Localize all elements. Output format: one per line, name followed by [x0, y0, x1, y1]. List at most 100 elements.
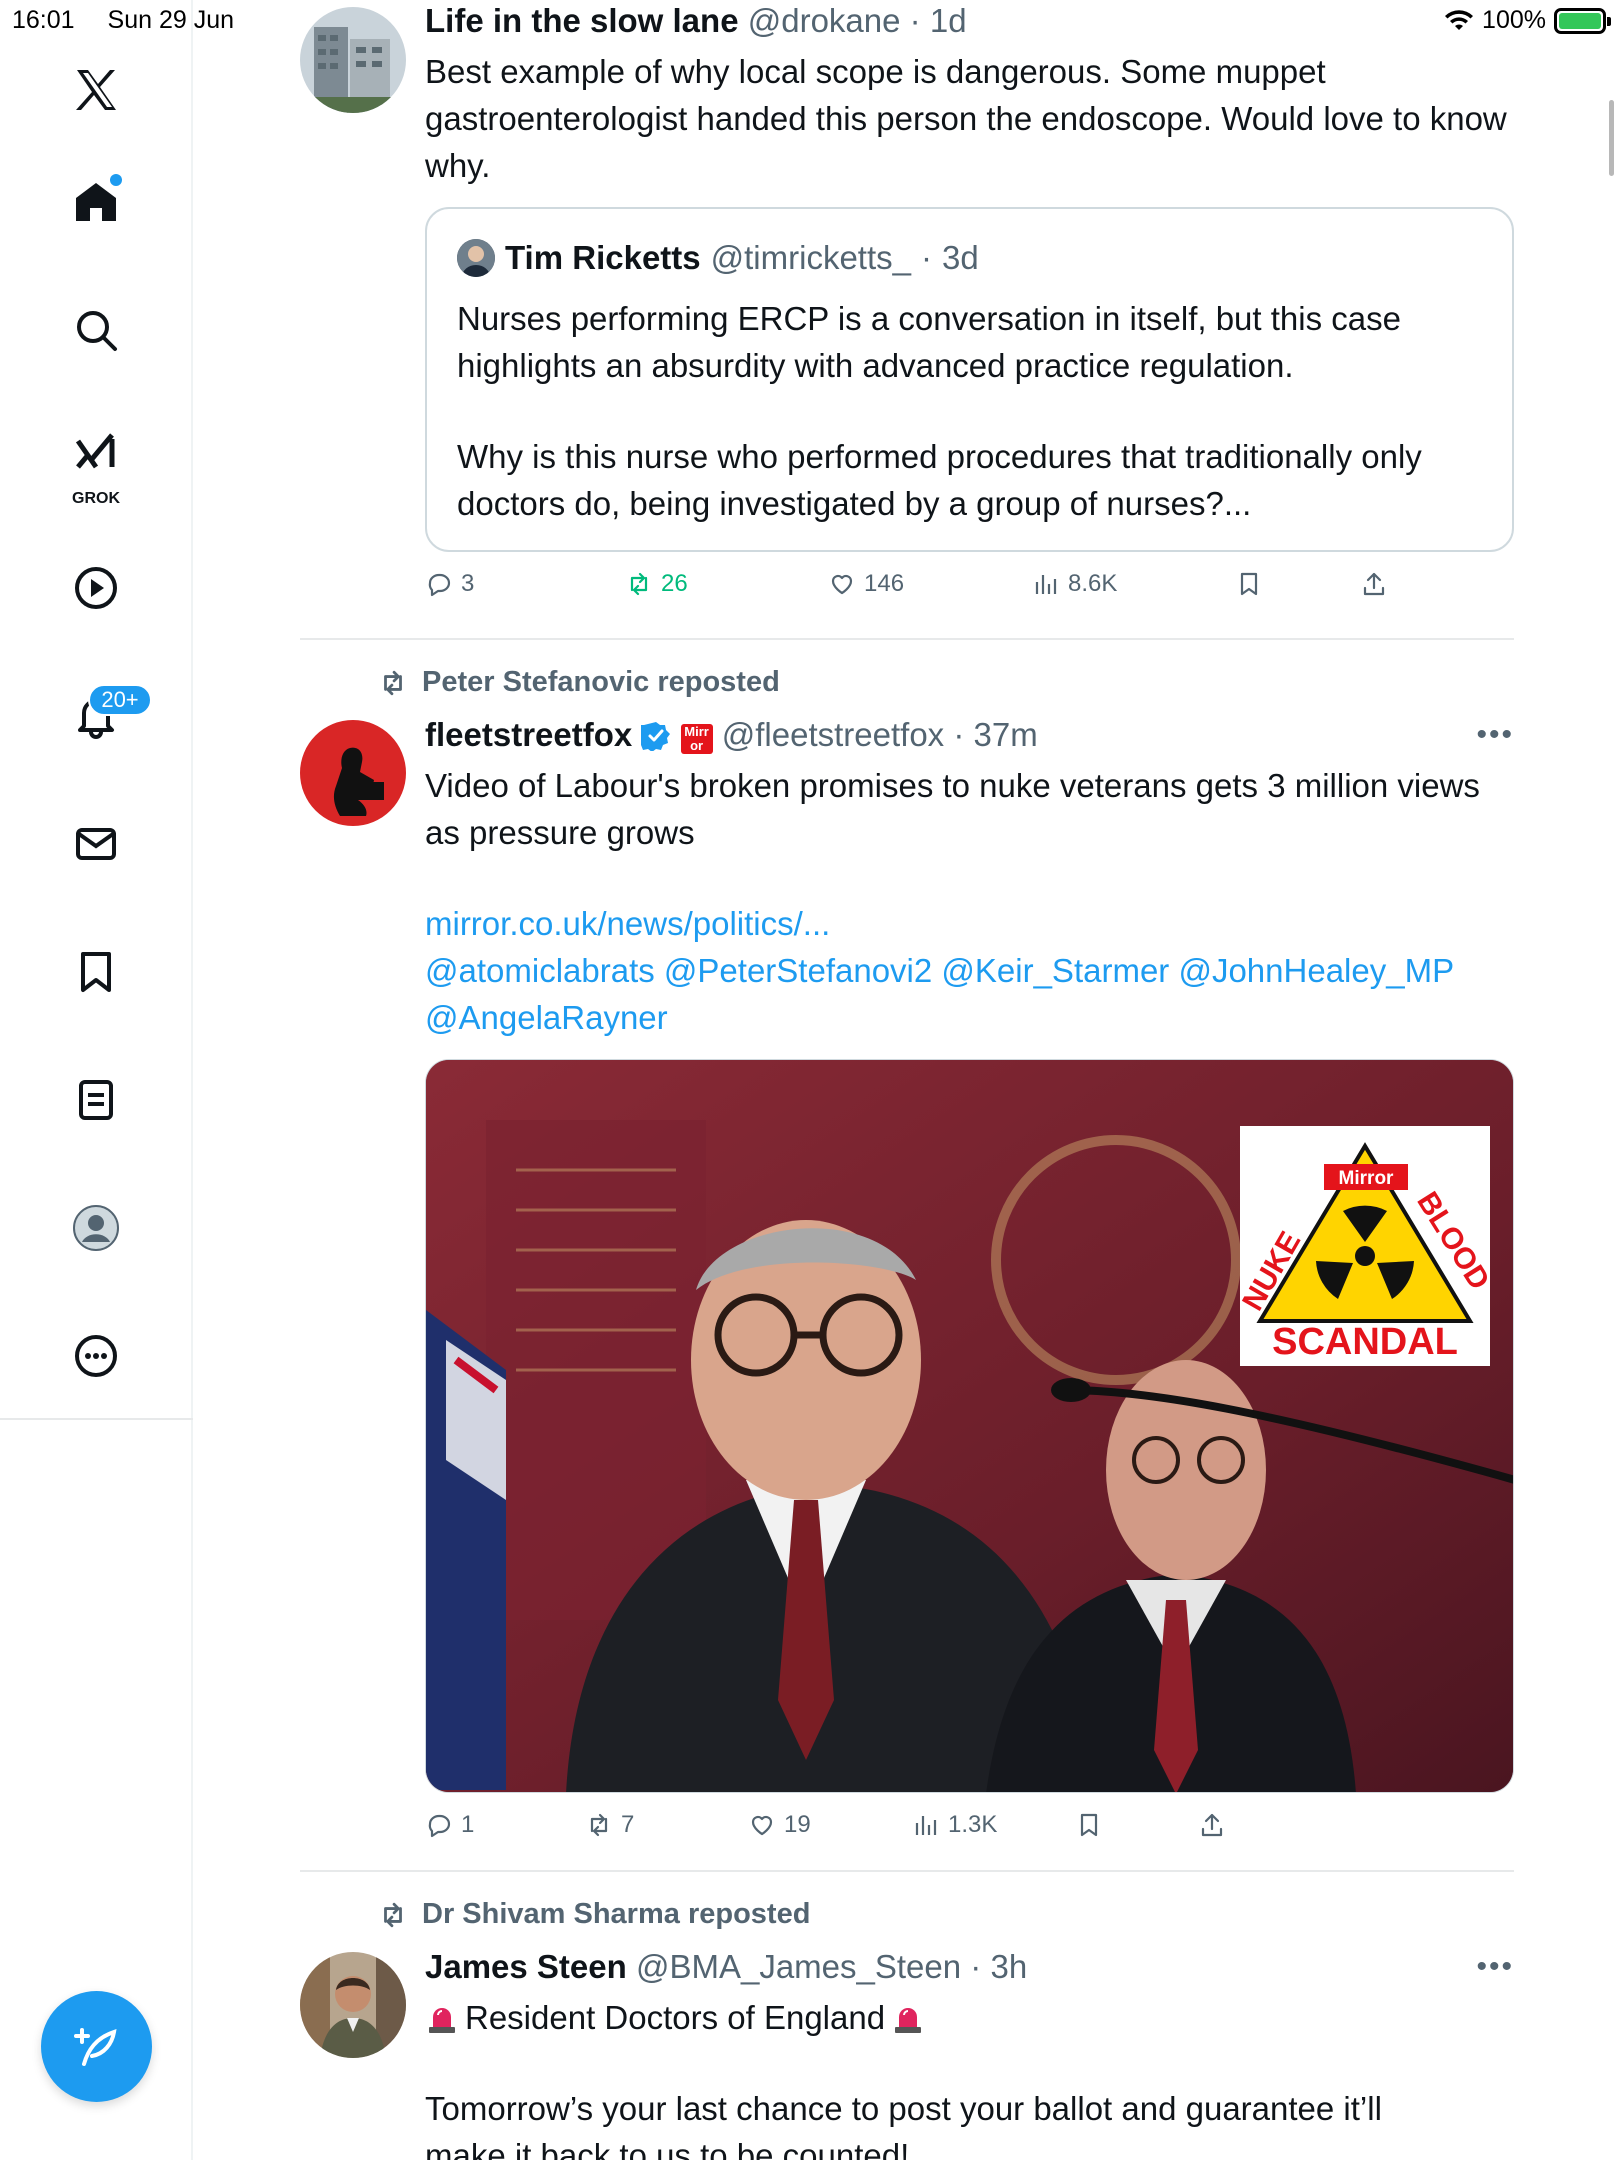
repost-icon [590, 1813, 608, 1837]
heart-icon [831, 574, 853, 595]
timestamp[interactable]: 1d [930, 2, 967, 39]
battery-icon [1554, 7, 1611, 34]
display-name[interactable]: Life in the slow lane [425, 2, 739, 39]
repost-button[interactable]: 7 [585, 1811, 634, 1839]
repost-context: Dr Shivam Sharma reposted [378, 1898, 810, 1931]
handle[interactable]: @fleetstreetfox [722, 716, 944, 753]
grok-icon [75, 433, 115, 469]
share-button[interactable] [1360, 570, 1388, 598]
siren-emoji-icon [429, 2007, 455, 2033]
sidebar-item-video[interactable] [56, 548, 136, 628]
tweet-divider [300, 1870, 1514, 1872]
repost-context-label[interactable]: Peter Stefanovic reposted [422, 666, 780, 699]
reply-count: 3 [461, 570, 475, 597]
scrollbar[interactable] [1609, 100, 1614, 176]
bookmark-button[interactable] [1075, 1811, 1103, 1839]
tweet-text: Resident Doctors of England Tomorrow’s y… [425, 1994, 1515, 2160]
reply-button[interactable]: 3 [425, 570, 474, 598]
display-name[interactable]: fleetstreetfox [425, 716, 632, 753]
repost-context-label[interactable]: Dr Shivam Sharma reposted [422, 1898, 810, 1931]
reply-button[interactable]: 1 [425, 1811, 474, 1839]
bookmark-icon [1240, 572, 1258, 596]
home-unread-dot [110, 174, 122, 186]
avatar[interactable] [300, 720, 406, 826]
tweet-text: Best example of why local scope is dange… [425, 53, 1507, 184]
quoted-text-paragraph: Why is this nurse who performed procedur… [457, 438, 1422, 522]
like-button[interactable]: 146 [828, 570, 904, 598]
view-count: 8.6K [1068, 570, 1118, 597]
repost-icon [630, 572, 648, 596]
handle[interactable]: @BMA_James_Steen [636, 1948, 961, 1985]
mentions[interactable]: @AngelaRayner [425, 994, 1515, 1041]
quoted-avatar [457, 239, 495, 277]
share-button[interactable] [1198, 1811, 1226, 1839]
avatar[interactable] [300, 1952, 406, 2058]
x-logo-icon[interactable] [56, 50, 136, 130]
verified-badge-icon [641, 722, 671, 751]
badge-word-scandal: SCANDAL [1272, 1321, 1458, 1363]
dot-separator: · [909, 2, 921, 39]
repost-icon [384, 670, 402, 695]
external-link[interactable]: mirror.co.uk/news/politics/... [425, 900, 1515, 947]
profile-avatar-icon [73, 1205, 119, 1251]
status-bar-indicators: 100% [1444, 6, 1611, 35]
bookmark-button[interactable] [1235, 570, 1263, 598]
like-button[interactable]: 19 [748, 1811, 811, 1839]
quoted-display-name: Tim Ricketts [505, 239, 701, 276]
bookmark-icon [1080, 1813, 1098, 1837]
quoted-handle: @timricketts_ [710, 239, 911, 276]
compose-button[interactable] [41, 1991, 152, 2102]
share-icon [1201, 1813, 1223, 1837]
tweet-divider [300, 638, 1514, 640]
messages-envelope-icon [76, 828, 116, 860]
tweet-text: Video of Labour's broken promises to nuk… [425, 762, 1515, 1041]
avatar[interactable] [300, 7, 406, 113]
sidebar-item-lists[interactable] [56, 1060, 136, 1140]
sidebar-item-grok[interactable]: GROK [56, 418, 136, 508]
quoted-tweet[interactable]: Tim Ricketts @timricketts_ · 3d Nurses p… [425, 207, 1514, 552]
repost-icon [384, 1902, 402, 1927]
battery-percent: 100% [1482, 6, 1546, 34]
repost-context: Peter Stefanovic reposted [378, 666, 780, 699]
reply-icon [428, 573, 451, 597]
views-button[interactable]: 8.6K [1032, 570, 1117, 598]
search-icon [77, 311, 117, 351]
more-options-icon[interactable]: ••• [1476, 718, 1514, 752]
tweet-media-image[interactable]: Mirror NUKE BLOOD SCANDAL [425, 1059, 1514, 1793]
sidebar-item-messages[interactable] [56, 804, 136, 884]
video-play-icon [75, 567, 117, 609]
quoted-timestamp: 3d [942, 239, 979, 276]
more-options-icon[interactable]: ••• [1476, 1950, 1514, 1984]
sidebar-item-home[interactable] [56, 162, 136, 242]
views-chart-icon [915, 1816, 937, 1835]
mirror-brand-text: Mirror [1339, 1168, 1395, 1189]
share-icon [1363, 572, 1385, 596]
tweet-text-line: make it back to us to be counted! [425, 2137, 910, 2160]
timestamp[interactable]: 37m [974, 716, 1038, 753]
tweet-header: fleetstreetfox Mirr or @fleetstreetfox · … [425, 716, 1038, 754]
sidebar-item-profile[interactable] [56, 1188, 136, 1268]
views-button[interactable]: 1.3K [912, 1811, 997, 1839]
quoted-text-paragraph: Nurses performing ERCP is a conversation… [457, 300, 1401, 384]
reply-count: 1 [461, 1811, 475, 1838]
mirror-affiliate-badge-icon: Mirr or [680, 724, 713, 754]
tweet-actions: 1 7 19 1.3K [425, 1811, 1514, 1851]
heart-icon [751, 1815, 773, 1836]
tweet-text-line: Resident Doctors of England [465, 1999, 886, 2036]
tweet-text-line: Tomorrow’s your last chance to post your… [425, 2090, 1382, 2127]
notifications-badge: 20+ [88, 684, 152, 716]
quoted-tweet-header: Tim Ricketts @timricketts_ · 3d [457, 239, 979, 277]
like-count: 19 [784, 1811, 811, 1838]
mentions[interactable]: @atomiclabrats @PeterStefanovi2 @Keir_St… [425, 947, 1515, 994]
view-count: 1.3K [948, 1811, 998, 1838]
views-chart-icon [1035, 575, 1057, 594]
repost-button[interactable]: 26 [625, 570, 688, 598]
display-name[interactable]: James Steen [425, 1948, 627, 1985]
dot-separator: · [953, 716, 965, 753]
handle[interactable]: @drokane [748, 2, 901, 39]
sidebar-item-bookmarks[interactable] [56, 932, 136, 1012]
sidebar-item-more[interactable] [56, 1316, 136, 1396]
sidebar-item-search[interactable] [56, 290, 136, 370]
timestamp[interactable]: 3h [990, 1948, 1027, 1985]
tweet-header: Life in the slow lane @drokane · 1d [425, 2, 967, 40]
